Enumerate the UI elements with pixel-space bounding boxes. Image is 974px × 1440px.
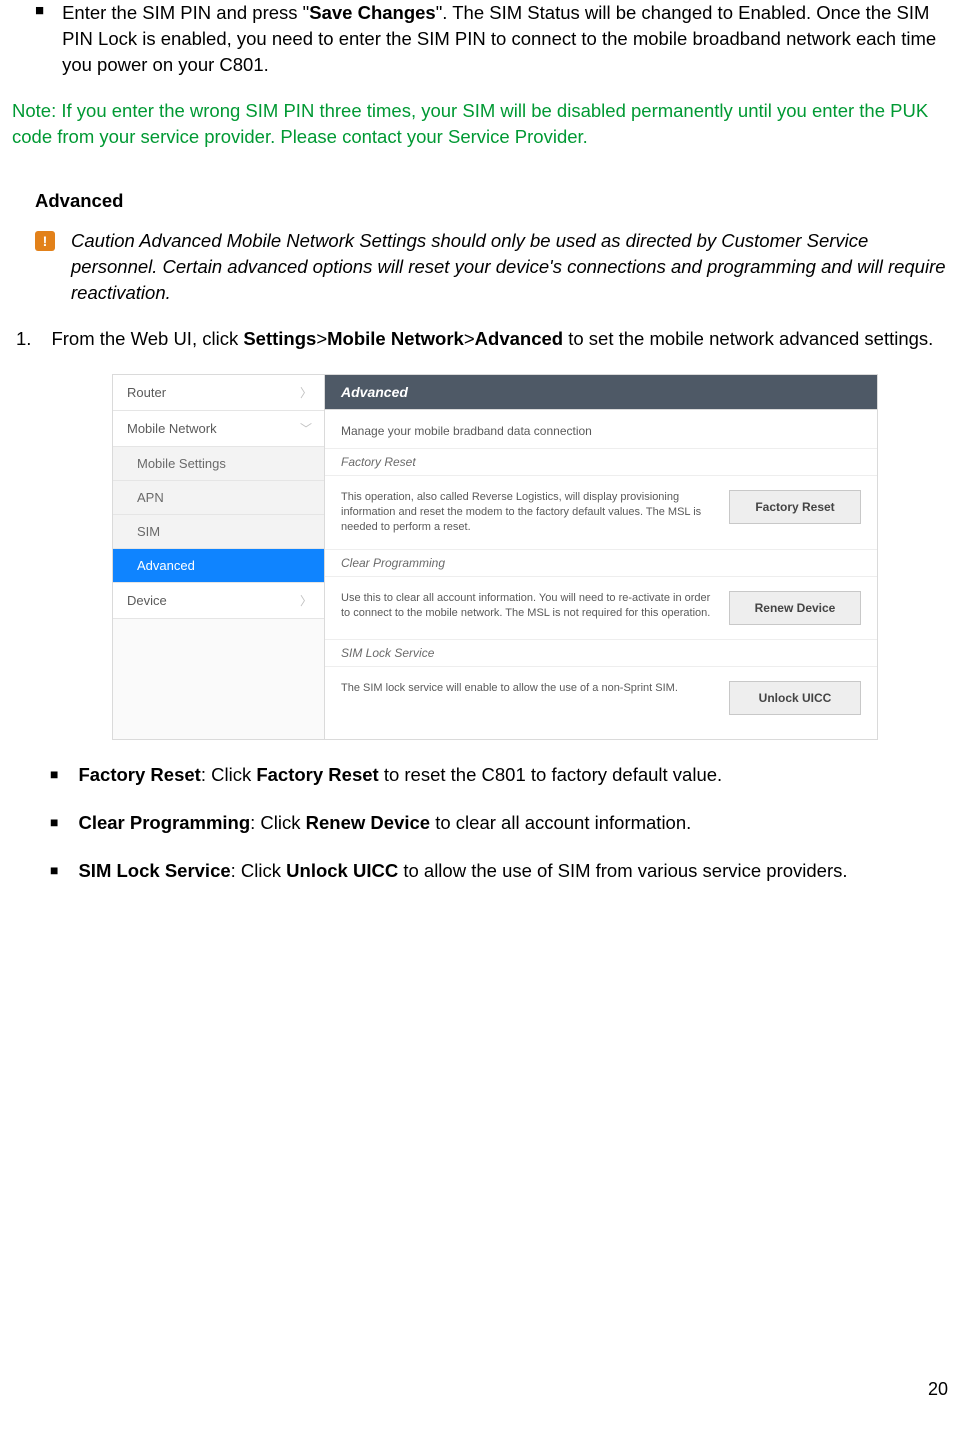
nav-label: Mobile Network xyxy=(127,421,217,436)
nav-item-device[interactable]: Device 〉 xyxy=(113,583,324,619)
section-text: This operation, also called Reverse Logi… xyxy=(341,490,715,535)
intro-bullet: ■ Enter the SIM PIN and press "Save Chan… xyxy=(35,0,950,78)
factory-reset-button[interactable]: Factory Reset xyxy=(729,490,861,524)
list-item-clear-programming: ■ Clear Programming: Click Renew Device … xyxy=(50,810,962,836)
square-bullet-icon: ■ xyxy=(50,858,58,882)
section-text: Use this to clear all account informatio… xyxy=(341,591,715,621)
text-bold: Factory Reset xyxy=(78,764,200,785)
text-bold: Renew Device xyxy=(306,812,430,833)
list-item-sim-lock-service: ■ SIM Lock Service: Click Unlock UICC to… xyxy=(50,858,962,884)
chevron-down-icon: ﹀ xyxy=(300,420,312,437)
section-row-factory-reset: This operation, also called Reverse Logi… xyxy=(325,476,877,549)
nav-label: Router xyxy=(127,385,166,400)
section-title-sim-lock: SIM Lock Service xyxy=(325,639,877,667)
text-fragment: to clear all account information. xyxy=(430,812,691,833)
list-text: SIM Lock Service: Click Unlock UICC to a… xyxy=(78,858,847,884)
page-container: ■ Enter the SIM PIN and press "Save Chan… xyxy=(0,0,974,1440)
caution-text: Caution Advanced Mobile Network Settings… xyxy=(71,228,950,306)
list-text: Clear Programming: Click Renew Device to… xyxy=(78,810,691,836)
section-title-clear-programming: Clear Programming xyxy=(325,549,877,577)
chevron-right-icon: 〉 xyxy=(300,384,312,401)
advanced-heading: Advanced xyxy=(35,190,950,212)
text-fragment: > xyxy=(316,328,327,349)
pane-description: Manage your mobile bradband data connect… xyxy=(325,410,877,448)
section-title-factory-reset: Factory Reset xyxy=(325,448,877,476)
text-bold: SIM Lock Service xyxy=(78,860,230,881)
nav-spacer xyxy=(113,619,324,739)
nav-label: Device xyxy=(127,593,167,608)
text-bold: Advanced xyxy=(475,328,563,349)
step-number: 1. xyxy=(14,326,31,352)
text-fragment: From the Web UI, click xyxy=(51,328,243,349)
nav-item-apn[interactable]: APN xyxy=(113,481,324,515)
side-nav: Router 〉 Mobile Network ﹀ Mobile Setting… xyxy=(113,375,325,739)
square-bullet-icon: ■ xyxy=(35,0,44,22)
section-text: The SIM lock service will enable to allo… xyxy=(341,681,715,696)
text-bold: Clear Programming xyxy=(78,812,250,833)
text-bold: Mobile Network xyxy=(327,328,464,349)
text-fragment: : Click xyxy=(250,812,306,833)
nav-label: Advanced xyxy=(137,558,195,573)
text-fragment: to reset the C801 to factory default val… xyxy=(379,764,722,785)
square-bullet-icon: ■ xyxy=(50,810,58,834)
intro-bullet-text: Enter the SIM PIN and press "Save Change… xyxy=(62,0,950,78)
nav-item-mobile-network[interactable]: Mobile Network ﹀ xyxy=(113,411,324,447)
unlock-uicc-button[interactable]: Unlock UICC xyxy=(729,681,861,715)
nav-label: Mobile Settings xyxy=(137,456,226,471)
list-item-factory-reset: ■ Factory Reset: Click Factory Reset to … xyxy=(50,762,962,788)
nav-label: SIM xyxy=(137,524,160,539)
step-text: From the Web UI, click Settings>Mobile N… xyxy=(51,326,933,352)
text-bold: Unlock UICC xyxy=(286,860,398,881)
text-fragment: > xyxy=(464,328,475,349)
text-bold: Settings xyxy=(243,328,316,349)
caution-row: ! Caution Advanced Mobile Network Settin… xyxy=(35,228,950,306)
step-1: 1. From the Web UI, click Settings>Mobil… xyxy=(12,326,962,352)
square-bullet-icon: ■ xyxy=(50,762,58,786)
renew-device-button[interactable]: Renew Device xyxy=(729,591,861,625)
text-fragment: Enter the SIM PIN and press " xyxy=(62,2,309,23)
nav-item-mobile-settings[interactable]: Mobile Settings xyxy=(113,447,324,481)
text-fragment: : Click xyxy=(231,860,287,881)
pane-header: Advanced xyxy=(325,375,877,410)
list-text: Factory Reset: Click Factory Reset to re… xyxy=(78,762,722,788)
nav-label: APN xyxy=(137,490,164,505)
nav-item-advanced[interactable]: Advanced xyxy=(113,549,324,583)
section-row-clear-programming: Use this to clear all account informatio… xyxy=(325,577,877,639)
nav-item-sim[interactable]: SIM xyxy=(113,515,324,549)
caution-icon: ! xyxy=(35,231,55,251)
section-row-sim-lock: The SIM lock service will enable to allo… xyxy=(325,667,877,721)
embedded-screenshot: Router 〉 Mobile Network ﹀ Mobile Setting… xyxy=(112,374,962,740)
text-fragment: : Click xyxy=(201,764,257,785)
text-bold: Save Changes xyxy=(309,2,435,23)
page-number: 20 xyxy=(928,1379,948,1400)
text-bold: Factory Reset xyxy=(256,764,378,785)
chevron-right-icon: 〉 xyxy=(300,592,312,609)
content-pane: Advanced Manage your mobile bradband dat… xyxy=(325,375,877,739)
text-fragment: to set the mobile network advanced setti… xyxy=(563,328,933,349)
nav-item-router[interactable]: Router 〉 xyxy=(113,375,324,411)
text-fragment: to allow the use of SIM from various ser… xyxy=(398,860,847,881)
note-text: Note: If you enter the wrong SIM PIN thr… xyxy=(12,98,962,150)
